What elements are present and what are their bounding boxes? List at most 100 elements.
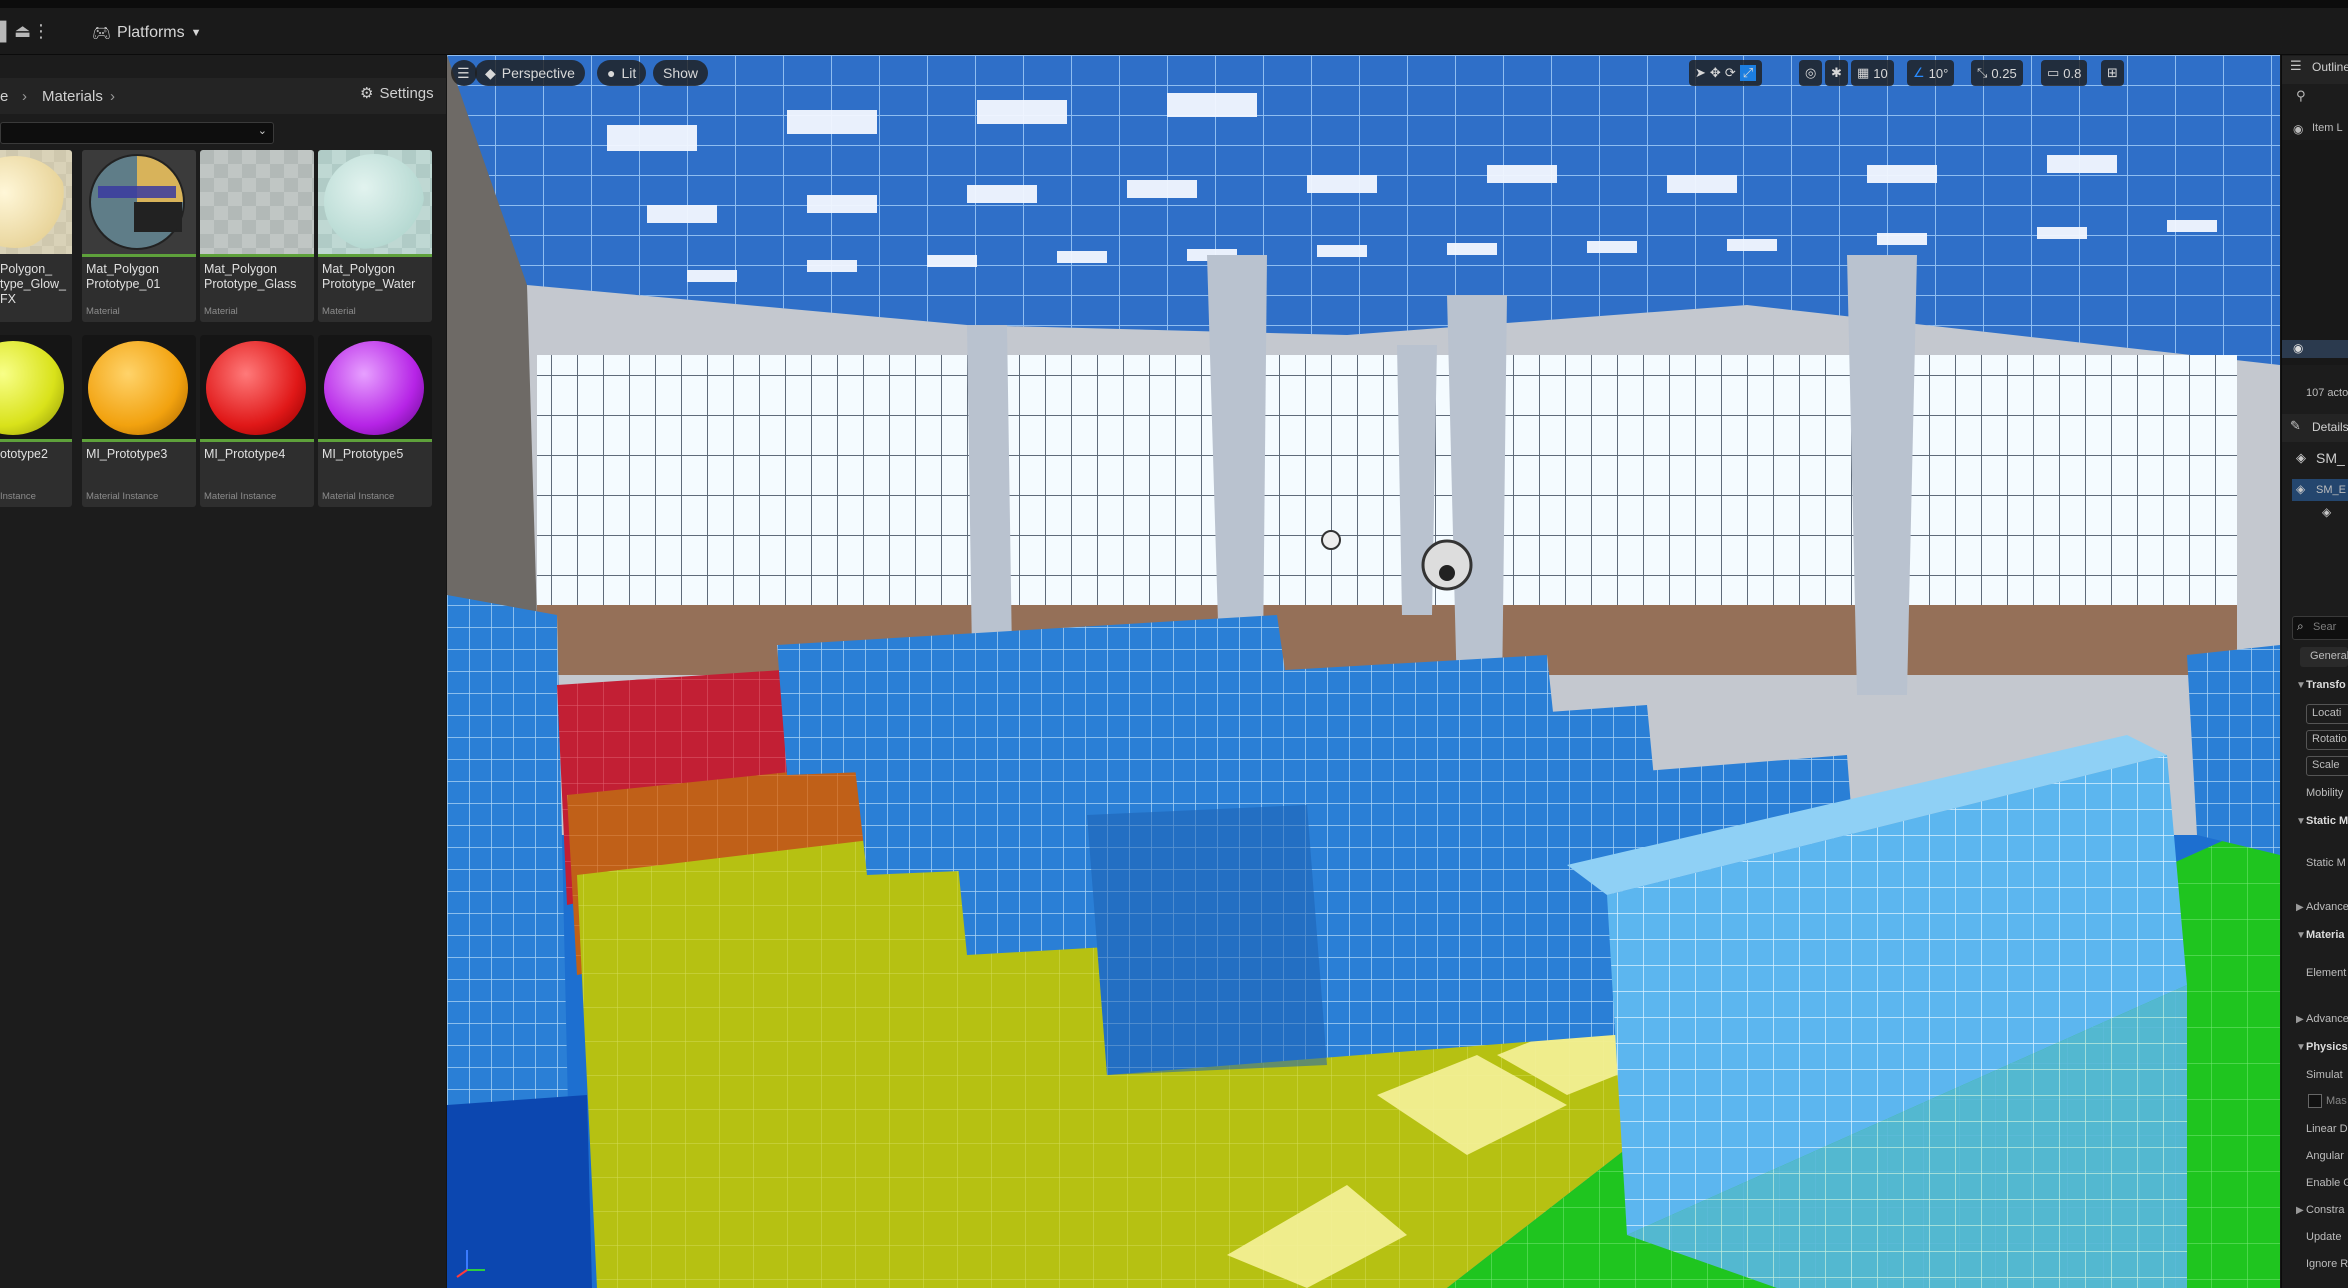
asset-color-bar <box>200 439 314 442</box>
move-icon[interactable]: ✥ <box>1710 65 1721 81</box>
asset-name: Mat_Polygon Prototype_Glass <box>204 262 297 291</box>
asset-name: Mat_Polygon Prototype_01 <box>86 262 161 291</box>
filter-icon[interactable]: ⚲ <box>2296 88 2306 104</box>
asset-name: MI_Prototype5 <box>322 447 404 461</box>
general-tab-label: General <box>2310 650 2348 662</box>
physics-section[interactable]: Physics <box>2306 1041 2348 1053</box>
pencil-icon: ✎ <box>2290 418 2301 433</box>
asset-tile[interactable]: Polygon_ type_Glow_ FX <box>0 150 72 322</box>
title-strip <box>0 0 2348 8</box>
asset-type: Material Instance <box>86 491 159 502</box>
hamburger-icon: ☰ <box>457 64 470 81</box>
visibility-icon[interactable]: ◉ <box>2293 122 2303 136</box>
scale-snap-value: 0.25 <box>1991 65 2017 81</box>
constraints-label[interactable]: Constra <box>2306 1204 2345 1216</box>
advanced-section[interactable]: Advance <box>2306 1013 2348 1025</box>
select-icon[interactable]: ➤ <box>1695 65 1706 81</box>
asset-name: Mat_Polygon Prototype_Water <box>322 262 416 291</box>
breadcrumb-item-materials[interactable]: Materials <box>42 88 103 105</box>
panel-toggle-icon[interactable]: ▌ <box>0 22 13 40</box>
asset-color-bar <box>0 439 72 442</box>
item-label-header: Item L <box>2312 122 2343 134</box>
more-options-icon[interactable]: ⋮ <box>32 22 50 40</box>
collapse-arrow-icon[interactable]: ▼ <box>2296 680 2306 691</box>
angle-icon: ∠ <box>1913 65 1925 80</box>
update-label: Update <box>2306 1231 2342 1243</box>
simulate-label: Simulat <box>2306 1069 2343 1081</box>
transform-tools: ➤ ✥ ⟳ ⤢ <box>1689 60 1763 86</box>
asset-tile[interactable]: MI_Prototype4 Material Instance <box>200 335 314 507</box>
platforms-label: Platforms <box>117 24 185 41</box>
camera-speed-value: 0.8 <box>2063 65 2082 81</box>
eject-icon[interactable]: ⏏ <box>14 22 31 40</box>
scale-snap-button[interactable]: ⤡ 0.25 <box>1971 60 2023 86</box>
asset-thumbnail <box>200 150 314 254</box>
platforms-button[interactable]: 🎮︎ Platforms ▼ <box>92 18 202 48</box>
grid-snap-button[interactable]: ▦ 10 <box>1851 60 1894 86</box>
transform-section[interactable]: Transfo <box>2306 679 2346 691</box>
asset-tile[interactable]: Mat_Polygon Prototype_Glass Material <box>200 150 314 322</box>
rotation-snap-value: 10° <box>1928 65 1949 81</box>
asset-thumbnail <box>0 150 72 254</box>
show-label: Show <box>663 65 699 81</box>
settings-button[interactable]: ⚙ Settings <box>360 84 434 103</box>
rotate-icon[interactable]: ⟳ <box>1725 65 1736 81</box>
mobility-label: Mobility <box>2306 787 2344 799</box>
search-placeholder: Sear <box>2313 621 2337 633</box>
static-mesh-section[interactable]: Static M <box>2306 815 2348 827</box>
lit-sphere-icon: ● <box>607 65 616 81</box>
scale-snap-icon: ⤡ <box>1977 65 1988 80</box>
surface-snap-icon: ✱ <box>1831 65 1842 80</box>
collapse-arrow-icon[interactable]: ▼ <box>2296 816 2306 827</box>
surface-snap-button[interactable]: ✱ <box>1825 60 1848 86</box>
asset-color-bar <box>200 254 314 257</box>
rotation-snap-button[interactable]: ∠ 10° <box>1907 60 1955 86</box>
level-viewport[interactable]: ☰ ◆ Perspective ● Lit Show ➤ ✥ ⟳ ⤢ ◎ ✱ ▦… <box>447 55 2280 1288</box>
scale-icon[interactable]: ⤢ <box>1739 65 1757 81</box>
perspective-label: Perspective <box>501 65 575 81</box>
ignore-label: Ignore R <box>2306 1258 2348 1270</box>
filter-dropdown[interactable]: ⌄ <box>0 122 274 144</box>
expand-arrow-icon[interactable]: ▶ <box>2296 1014 2304 1025</box>
visibility-icon[interactable]: ◉ <box>2293 341 2303 355</box>
outliner-list[interactable] <box>2282 140 2348 365</box>
camera-speed-button[interactable]: ▭ 0.8 <box>2041 60 2088 86</box>
asset-color-bar <box>82 439 196 442</box>
expand-arrow-icon[interactable]: ▶ <box>2296 902 2304 913</box>
show-button[interactable]: Show <box>653 60 709 86</box>
expand-arrow-icon[interactable]: ▶ <box>2296 1205 2304 1216</box>
details-search-input[interactable]: ⌕ Sear <box>2292 616 2348 640</box>
view-mode-button[interactable]: ● Lit <box>597 60 647 86</box>
element-label: Element <box>2306 967 2347 979</box>
asset-tile[interactable]: MI_Prototype3 Material Instance <box>82 335 196 507</box>
viewport-menu-button[interactable]: ☰ <box>451 60 477 86</box>
viewport-layout-button[interactable]: ⊞ <box>2101 60 2124 86</box>
mass-label: Mas <box>2326 1095 2347 1107</box>
outliner-selected-row[interactable] <box>2282 340 2348 358</box>
mass-checkbox[interactable] <box>2308 1094 2322 1108</box>
asset-tile[interactable]: Mat_Polygon Prototype_Water Material <box>318 150 432 322</box>
breadcrumb-item[interactable]: e <box>0 88 8 105</box>
asset-color-bar <box>318 254 432 257</box>
material-sphere-icon <box>89 154 185 250</box>
breadcrumb-chevron-icon[interactable]: › <box>110 88 115 105</box>
actor-count: 107 acto <box>2306 387 2348 399</box>
asset-name: Polygon_ type_Glow_ FX <box>0 262 67 306</box>
perspective-button[interactable]: ◆ Perspective <box>475 60 585 86</box>
asset-thumbnail <box>0 335 72 439</box>
asset-tile[interactable]: Mat_Polygon Prototype_01 Material <box>82 150 196 322</box>
enable-gravity-label: Enable G <box>2306 1177 2348 1189</box>
rotation-label: Rotatio <box>2312 733 2347 745</box>
asset-tile[interactable]: ototype2 Instance <box>0 335 72 507</box>
advanced-section[interactable]: Advance <box>2306 901 2348 913</box>
collapse-arrow-icon[interactable]: ▼ <box>2296 1042 2306 1053</box>
asset-tile[interactable]: MI_Prototype5 Material Instance <box>318 335 432 507</box>
materials-section[interactable]: Materia <box>2306 929 2345 941</box>
coordinate-space-button[interactable]: ◎ <box>1799 60 1823 86</box>
chevron-down-icon: ▼ <box>190 27 202 39</box>
details-title: Details <box>2312 420 2348 434</box>
mesh-component-icon: ◈ <box>2322 505 2332 519</box>
asset-type: Instance <box>0 491 36 502</box>
collapse-arrow-icon[interactable]: ▼ <box>2296 930 2306 941</box>
asset-name: ototype2 <box>0 447 48 461</box>
